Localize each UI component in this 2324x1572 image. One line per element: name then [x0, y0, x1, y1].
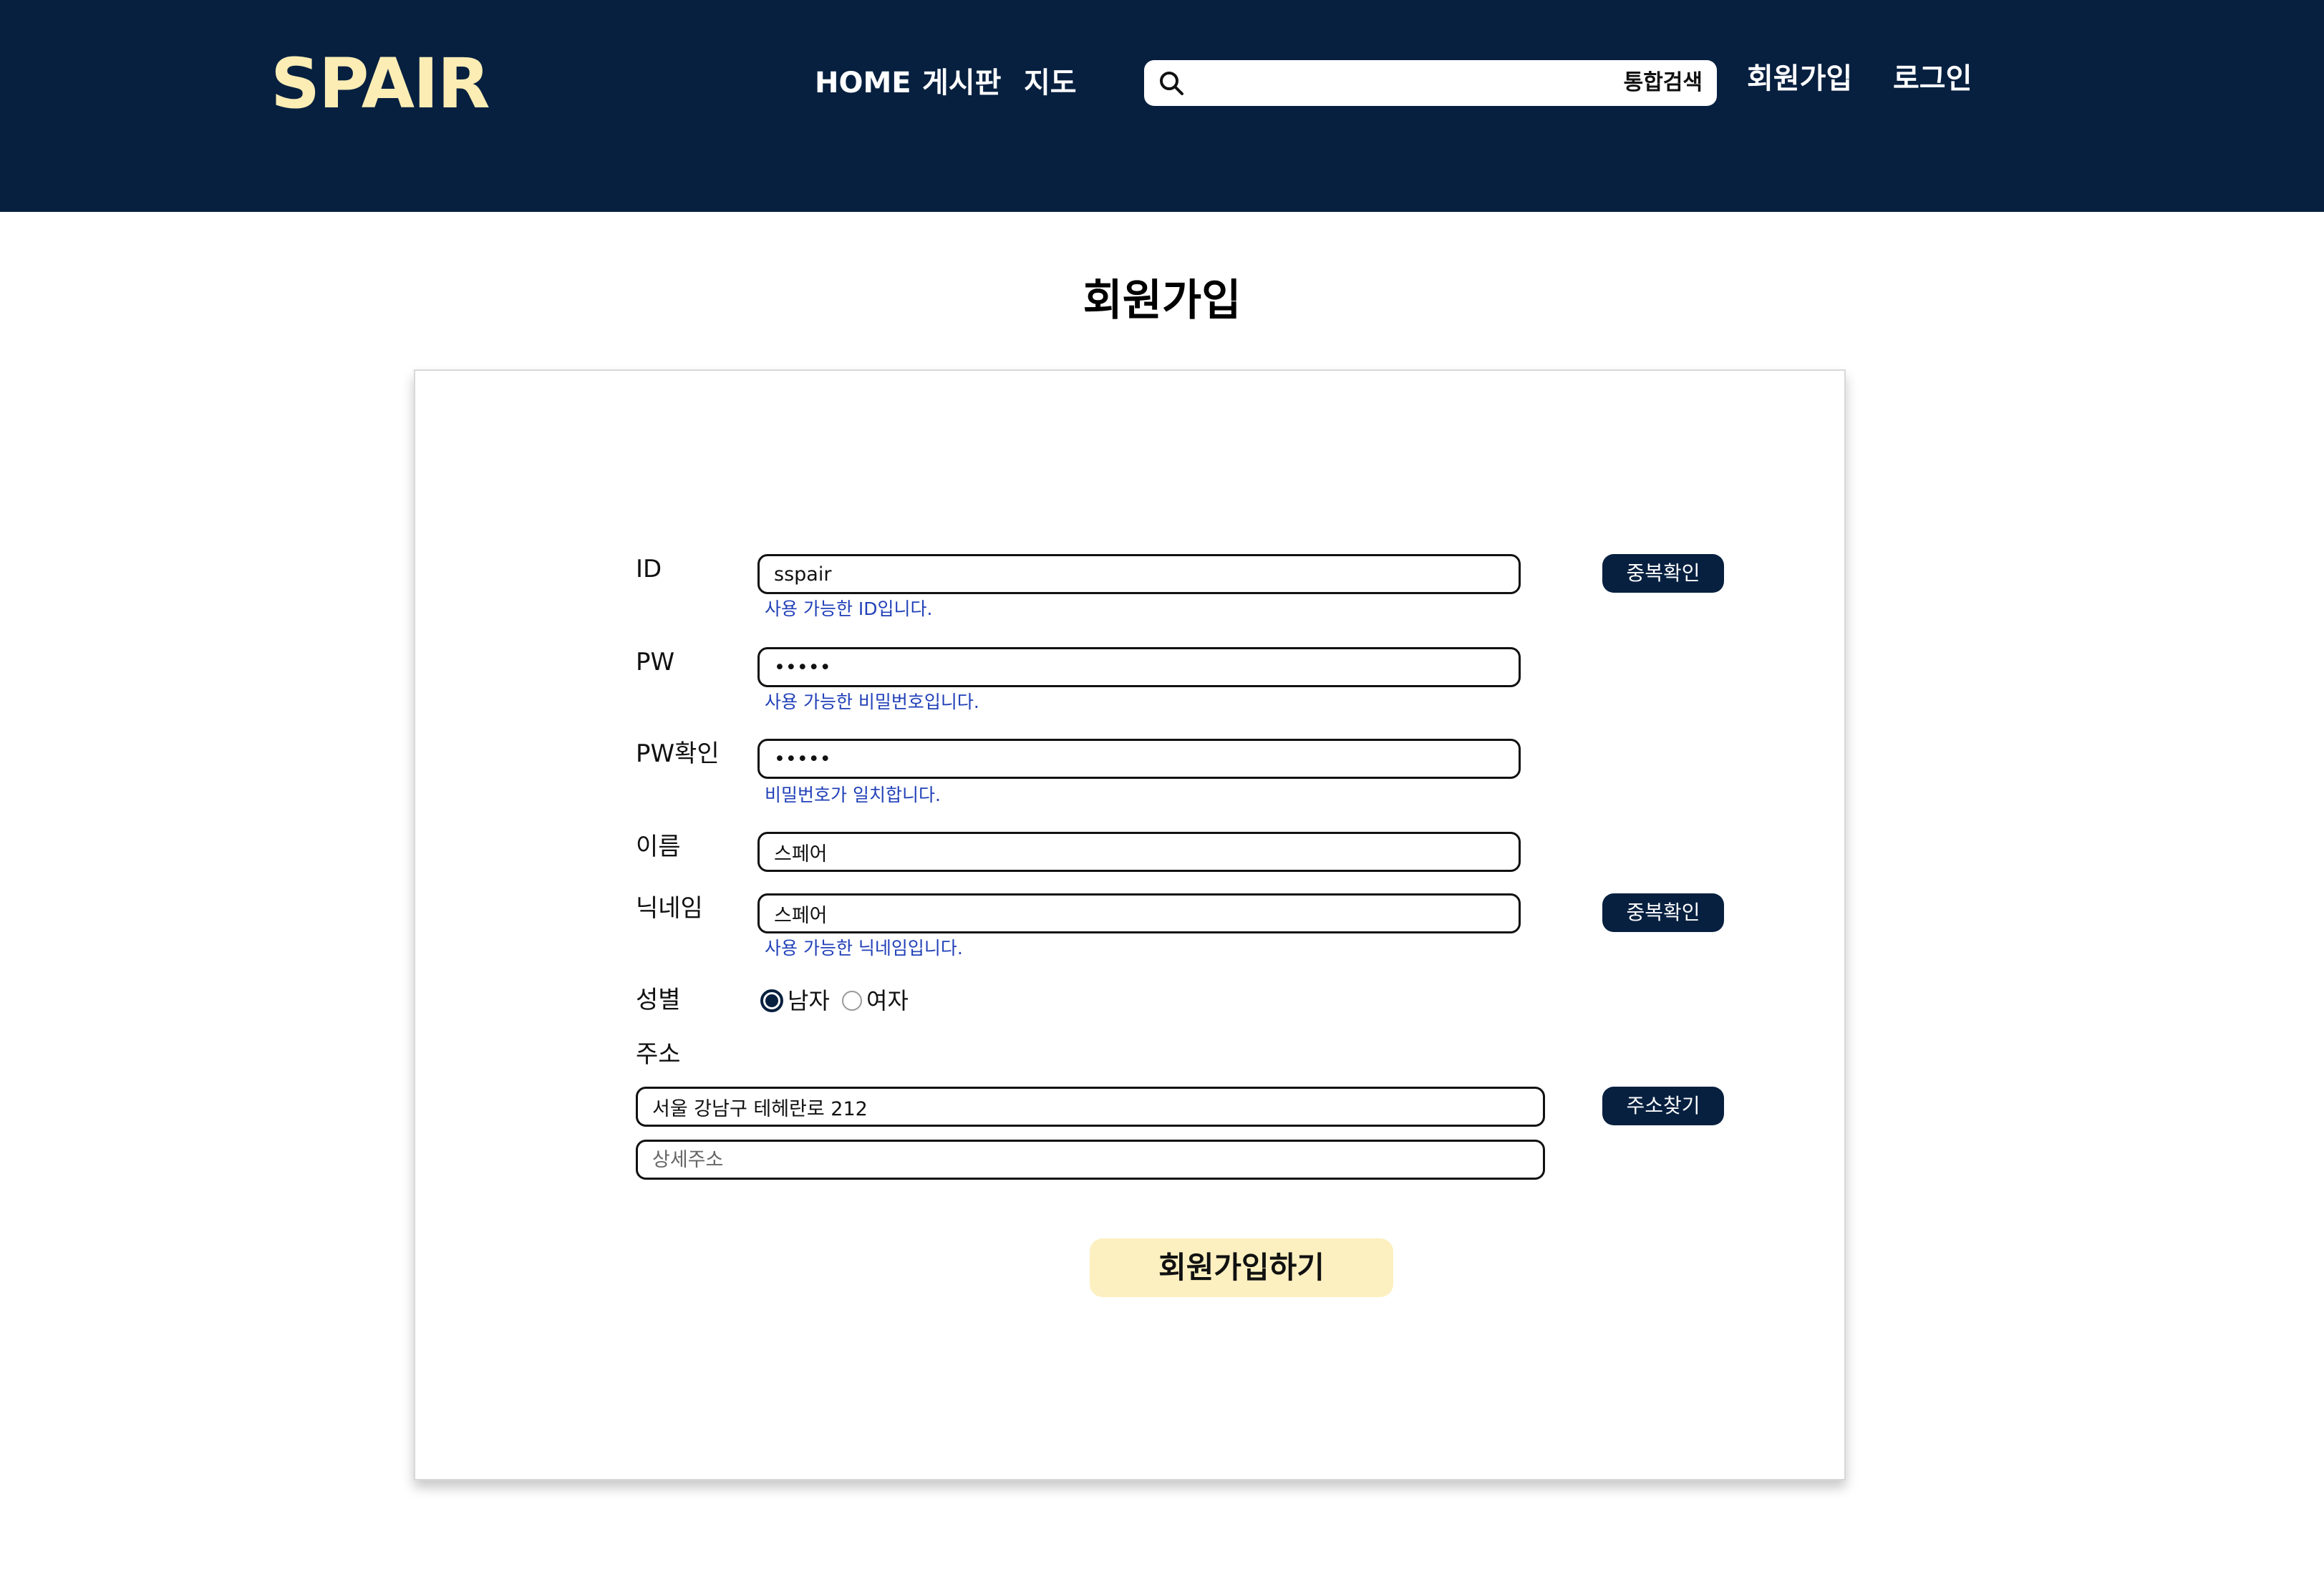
signup-form-card: ID 사용 가능한 ID입니다. 중복확인 PW 사용 가능한 비밀번호입니다.…: [414, 369, 1846, 1480]
nickname-duplicate-check-button[interactable]: 중복확인: [1602, 893, 1724, 932]
gender-male-label: 남자: [788, 987, 830, 1014]
gender-male-option[interactable]: 남자: [760, 986, 830, 1015]
id-input[interactable]: [757, 554, 1521, 594]
pw-confirm-input[interactable]: [757, 739, 1521, 779]
nickname-input[interactable]: [757, 893, 1521, 933]
find-address-button[interactable]: 주소찾기: [1602, 1087, 1724, 1125]
page-title: 회원가입: [1083, 276, 1241, 326]
gender-male-radio[interactable]: [760, 989, 783, 1012]
name-label: 이름: [636, 833, 681, 861]
name-input[interactable]: [757, 832, 1521, 872]
nickname-label: 닉네임: [636, 894, 703, 923]
pw-input[interactable]: [757, 647, 1521, 687]
nav-map[interactable]: 지도: [1024, 63, 1077, 103]
spair-logo[interactable]: SPAIR: [271, 44, 490, 123]
id-label: ID: [636, 555, 662, 583]
top-header: SPAIR HOME 게시판 지도 통합검색 회원가입 로그인: [0, 0, 2324, 212]
gender-female-option[interactable]: 여자: [842, 986, 909, 1015]
gender-label: 성별: [636, 986, 681, 1014]
id-duplicate-check-button[interactable]: 중복확인: [1602, 554, 1724, 593]
pw-confirm-label: PW확인: [636, 739, 720, 768]
address-input[interactable]: [636, 1087, 1545, 1127]
signup-submit-button[interactable]: 회원가입하기: [1090, 1238, 1393, 1297]
nav-home[interactable]: HOME: [815, 63, 911, 103]
nickname-hint: 사용 가능한 닉네임입니다.: [765, 938, 963, 959]
gender-female-label: 여자: [866, 987, 909, 1014]
signup-link[interactable]: 회원가입: [1747, 59, 1852, 99]
detail-address-input[interactable]: [636, 1140, 1545, 1180]
integrated-search-button[interactable]: 통합검색: [1624, 67, 1703, 99]
search-bar: 통합검색: [1144, 60, 1717, 106]
search-input[interactable]: [1194, 66, 1552, 100]
pw-hint: 사용 가능한 비밀번호입니다.: [765, 692, 979, 712]
address-label: 주소: [636, 1040, 681, 1069]
pw-confirm-hint: 비밀번호가 일치합니다.: [765, 785, 941, 805]
gender-female-radio[interactable]: [842, 991, 862, 1011]
nav-board[interactable]: 게시판: [922, 63, 1001, 103]
pw-label: PW: [636, 648, 675, 676]
id-hint: 사용 가능한 ID입니다.: [765, 598, 933, 619]
login-link[interactable]: 로그인: [1893, 59, 1972, 99]
search-icon[interactable]: [1157, 69, 1186, 97]
